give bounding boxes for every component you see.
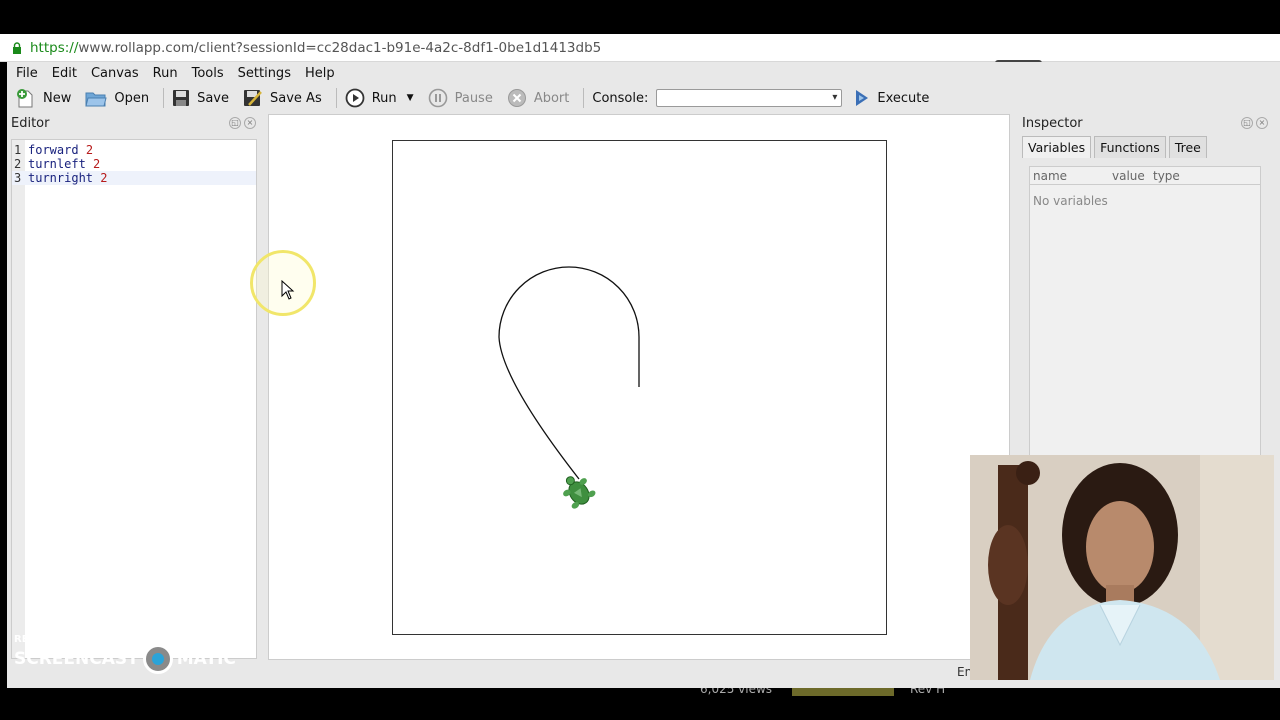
menu-tools[interactable]: Tools [192, 66, 224, 81]
pause-label: Pause [454, 90, 493, 106]
screencast-logo-icon [142, 644, 173, 674]
open-folder-icon [85, 92, 107, 107]
tab-functions[interactable]: Functions [1094, 136, 1166, 158]
inspector-title: Inspector [1022, 116, 1083, 131]
save-button[interactable]: Save [172, 89, 229, 107]
editor-dock-buttons: ◱ × [226, 117, 256, 129]
variables-table: name value type No variables [1029, 166, 1261, 456]
float-icon[interactable]: ◱ [1241, 117, 1253, 129]
run-label: Run [371, 90, 397, 106]
code-argument: 2 [93, 157, 101, 171]
code-line[interactable]: 1 forward 2 [12, 143, 256, 157]
column-value[interactable]: value [1112, 169, 1145, 183]
turtle-canvas[interactable] [392, 140, 887, 635]
pause-icon [428, 88, 447, 108]
browser-address-bar[interactable]: https://www.rollapp.com/client?sessionId… [0, 34, 1280, 62]
save-as-button[interactable]: Save As [243, 89, 322, 107]
code-line[interactable]: 2 turnleft 2 [12, 157, 256, 171]
canvas-panel [268, 114, 1010, 660]
menu-help[interactable]: Help [305, 66, 335, 81]
open-button[interactable]: Open [85, 89, 149, 107]
execute-label: Execute [877, 90, 930, 106]
console-label: Console: [592, 90, 649, 106]
inspector-tabs: Variables Functions Tree [1022, 136, 1210, 158]
code-editor[interactable]: 1 forward 2 2 turnleft 2 3 turnright 2 [11, 139, 257, 659]
pause-button[interactable]: Pause [428, 88, 493, 108]
inspector-dock-buttons: ◱ × [1238, 117, 1268, 129]
abort-button[interactable]: Abort [507, 88, 570, 108]
save-disk-icon [173, 90, 190, 106]
toolbar-separator [583, 88, 585, 108]
run-dropdown-chevron-icon[interactable]: ▼ [407, 93, 414, 103]
lock-icon [13, 41, 21, 54]
code-line-current[interactable]: 3 turnright 2 [12, 171, 256, 185]
mouse-pointer-icon [281, 280, 295, 300]
menu-canvas[interactable]: Canvas [91, 66, 139, 81]
menu-bar: File Edit Canvas Run Tools Settings Help [7, 62, 1280, 84]
menu-settings[interactable]: Settings [238, 66, 291, 81]
top-black-bar [0, 0, 1280, 34]
save-label: Save [197, 90, 230, 106]
url-path: www.rollapp.com/client?sessionId=cc28dac… [78, 39, 602, 56]
line-number: 3 [14, 171, 22, 185]
webcam-presenter-image [970, 455, 1274, 680]
line-number-gutter [12, 140, 25, 658]
line-number: 2 [14, 157, 22, 171]
variables-header: name value type [1030, 167, 1260, 185]
menu-file[interactable]: File [16, 66, 38, 81]
tab-variables[interactable]: Variables [1022, 136, 1092, 158]
code-command: forward [28, 143, 79, 157]
new-file-icon [17, 89, 33, 108]
execute-button[interactable]: Execute [854, 89, 929, 107]
turtle-drawing [498, 266, 640, 509]
menu-run[interactable]: Run [153, 66, 178, 81]
thumbnail[interactable] [792, 688, 894, 696]
menu-edit[interactable]: Edit [52, 66, 77, 81]
new-button[interactable]: New [14, 88, 71, 108]
toolbar-separator [335, 88, 337, 108]
code-argument: 2 [100, 171, 108, 185]
channel-name: Rev H [910, 688, 946, 696]
save-as-icon [244, 90, 262, 106]
new-label: New [43, 90, 72, 106]
webcam-overlay [970, 455, 1274, 680]
line-number: 1 [14, 143, 22, 157]
float-icon[interactable]: ◱ [229, 117, 241, 129]
tab-tree[interactable]: Tree [1168, 136, 1207, 158]
brand-left-text: SCREENCAST [14, 649, 139, 669]
screencast-watermark: RECORDED WITH SCREENCAST MATIC [14, 634, 236, 674]
abort-label: Abort [533, 90, 570, 106]
close-icon[interactable]: × [244, 117, 256, 129]
chevron-down-icon: ▾ [832, 92, 838, 103]
open-label: Open [114, 90, 150, 106]
toolbar-separator [163, 88, 165, 108]
code-command: turnright [28, 171, 94, 185]
view-count: 6,025 views [700, 688, 773, 696]
no-variables-text: No variables [1033, 194, 1108, 208]
code-argument: 2 [85, 143, 94, 157]
url-scheme: https:// [30, 39, 79, 56]
brand-right-text: MATIC [176, 649, 236, 669]
run-button[interactable]: Run ▼ [345, 88, 414, 108]
address-url[interactable]: https://www.rollapp.com/client?sessionId… [30, 40, 601, 56]
save-as-label: Save As [270, 90, 322, 106]
console-select[interactable]: ▾ [656, 89, 843, 107]
close-icon[interactable]: × [1256, 117, 1268, 129]
run-play-icon [345, 88, 365, 108]
turtle-trace-line [498, 266, 640, 480]
column-name[interactable]: name [1033, 169, 1067, 183]
code-command: turnleft [28, 157, 86, 171]
screen: https://www.rollapp.com/client?sessionId… [0, 0, 1280, 720]
video-page-strip: 6,025 views Rev H [0, 688, 1280, 720]
editor-title: Editor [11, 116, 50, 131]
column-type[interactable]: type [1153, 169, 1180, 183]
main-toolbar: New Open Save Save As Run ▼ Pause Abort … [7, 84, 1280, 112]
execute-arrow-icon [856, 90, 869, 106]
abort-icon [507, 89, 526, 107]
